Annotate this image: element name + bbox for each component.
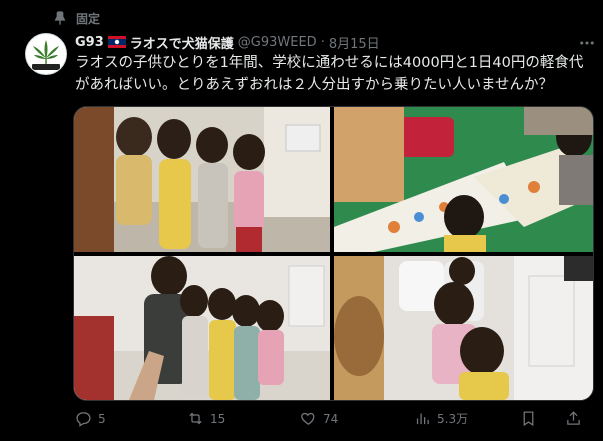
children-group-photo[interactable] bbox=[74, 107, 330, 252]
pinned-label: 固定 bbox=[76, 11, 101, 26]
media-grid bbox=[73, 106, 594, 401]
retweet-count: 15 bbox=[210, 411, 226, 426]
views-count: 5.3万 bbox=[437, 412, 469, 426]
separator-dot: · bbox=[320, 34, 325, 50]
avatar[interactable] bbox=[25, 33, 67, 75]
views-chart-icon bbox=[416, 413, 429, 425]
like-count: 74 bbox=[323, 411, 339, 426]
tweet-header: G93 ラオスで犬猫保護 @G93WEED · 8月15日 bbox=[75, 33, 380, 52]
author-name-suffix[interactable]: ラオスで犬猫保護 bbox=[130, 33, 234, 52]
share-icon bbox=[567, 411, 580, 425]
author-name[interactable]: G93 bbox=[75, 35, 104, 50]
more-options-icon[interactable] bbox=[578, 34, 596, 52]
heart-icon bbox=[301, 412, 315, 425]
tweet-actions: 5 15 74 5.3万 bbox=[75, 407, 595, 433]
tweet-line-1: ラオスの子供ひとりを1年間、学校に通わせるには4000円と1日40円の軽食代 bbox=[75, 55, 584, 71]
pin-icon bbox=[54, 11, 66, 26]
reply-icon bbox=[76, 412, 91, 427]
children-peace-sign-photo[interactable] bbox=[74, 256, 330, 400]
laos-flag-icon bbox=[107, 36, 126, 48]
tweet-line-2: があればいい。とりあえずおれは２人分出すから乗りたい人いませんか？ bbox=[75, 76, 554, 93]
pinned-indicator: 固定 bbox=[52, 9, 100, 27]
children-indoor-photo[interactable] bbox=[334, 256, 593, 400]
post-date[interactable]: 8月15日 bbox=[329, 33, 380, 52]
bookmark-button[interactable] bbox=[520, 410, 537, 427]
children-coloring-photo[interactable] bbox=[334, 107, 593, 252]
reply-count: 5 bbox=[98, 411, 106, 426]
author-handle[interactable]: @G93WEED bbox=[238, 35, 317, 50]
cannabis-leaf-logo bbox=[27, 35, 65, 73]
like-button[interactable]: 74 bbox=[300, 410, 338, 427]
share-button[interactable] bbox=[565, 410, 582, 427]
bookmark-icon bbox=[523, 411, 534, 427]
reply-button[interactable]: 5 bbox=[75, 410, 106, 427]
retweet-button[interactable]: 15 bbox=[187, 410, 225, 427]
tweet-text: ラオスの子供ひとりを1年間、学校に通わせるには4000円と1日40円の軽食代 が… bbox=[75, 53, 595, 96]
views-button[interactable]: 5.3万 bbox=[414, 410, 468, 427]
author-name-prefix: G93 bbox=[75, 34, 104, 50]
retweet-icon bbox=[189, 412, 202, 425]
